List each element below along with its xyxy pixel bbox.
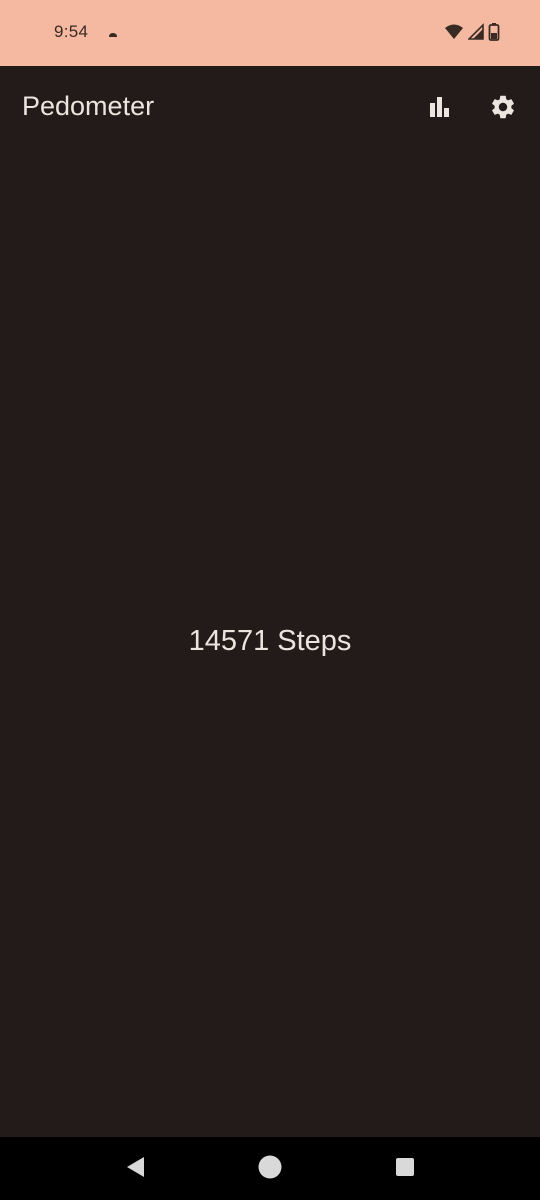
step-count: 14571 Steps [188,625,352,657]
status-time: 9:54 [54,22,89,41]
bar-chart-icon [428,95,452,124]
back-button[interactable] [121,1155,149,1183]
recents-icon [394,1156,416,1183]
settings-button[interactable] [486,92,520,126]
cell-signal-icon [467,23,484,46]
app-title: Pedometer [22,91,155,121]
wifi-icon [444,23,464,46]
status-bar: 9:54 [0,0,540,66]
app-screen: 9:54 Pedometer 14571 Steps [0,0,540,1200]
recents-button[interactable] [391,1155,419,1183]
app-bar: Pedometer [0,66,540,152]
home-icon [257,1154,283,1185]
battery-icon [488,22,500,47]
cloud-icon [106,27,120,39]
back-icon [124,1155,146,1184]
status-icons [444,22,500,47]
navigation-bar [0,1137,540,1200]
home-button[interactable] [256,1155,284,1183]
gear-icon [489,93,517,126]
statistics-button[interactable] [423,92,457,126]
